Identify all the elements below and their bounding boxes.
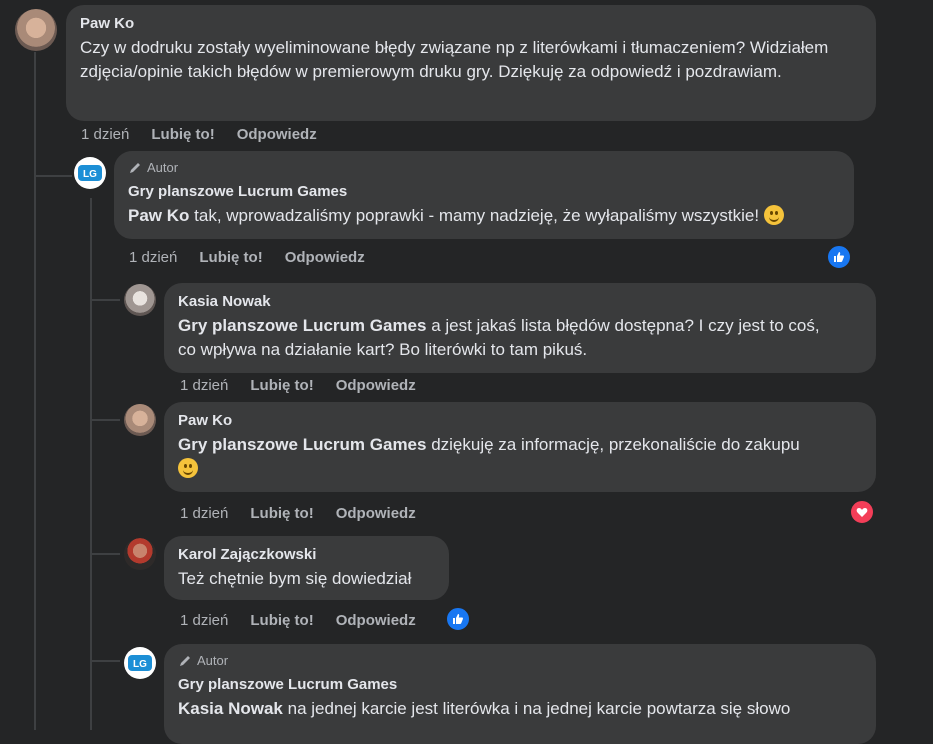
lucrum-games-logo-icon: LG [78,165,102,181]
author-badge: Autor [178,653,862,668]
avatar[interactable]: LG [124,647,156,679]
wink-emoji-icon [178,458,198,478]
lucrum-games-logo-icon: LG [128,655,152,671]
thread-connector [34,175,72,177]
comment-bubble: Kasia Nowak Gry planszowe Lucrum Games a… [164,283,876,373]
comment-actions: 1 dzień Lubię to! Odpowiedz [129,249,387,266]
smile-emoji-icon [763,205,784,225]
comment-time[interactable]: 1 dzień [180,505,228,522]
like-button[interactable]: Lubię to! [151,126,214,143]
like-button[interactable]: Lubię to! [250,505,313,522]
reply-button[interactable]: Odpowiedz [336,377,416,394]
comment-body: tak, wprowadzaliśmy poprawki - mamy nadz… [194,206,760,225]
avatar[interactable] [15,9,57,51]
comment-author[interactable]: Karol Zajączkowski [178,545,435,564]
avatar[interactable]: LG [74,157,106,189]
thread-connector [90,299,120,301]
comment-actions: 1 dzień Lubię to! Odpowiedz [180,377,438,394]
svg-text:LG: LG [133,659,147,670]
comment-author[interactable]: Paw Ko [178,411,862,430]
thread-connector [90,553,120,555]
mention-link[interactable]: Gry planszowe Lucrum Games [178,435,426,454]
like-reaction-icon[interactable] [445,606,471,632]
avatar[interactable] [124,284,156,316]
avatar[interactable] [124,404,156,436]
reply-button[interactable]: Odpowiedz [285,249,365,266]
reply-button[interactable]: Odpowiedz [336,612,416,629]
comment-bubble: Autor Gry planszowe Lucrum Games Kasia N… [164,644,876,744]
pencil-icon [130,162,140,173]
comment-bubble: Paw Ko Czy w dodruku zostały wyeliminowa… [66,5,876,121]
comment-actions: 1 dzień Lubię to! Odpowiedz [180,505,438,522]
mention-link[interactable]: Kasia Nowak [178,699,283,718]
like-button[interactable]: Lubię to! [250,612,313,629]
comment-text: Też chętnie bym się dowiedział [178,569,412,588]
comment-actions: 1 dzień Lubię to! Odpowiedz [180,612,438,629]
avatar[interactable] [124,538,156,570]
reply-button[interactable]: Odpowiedz [336,505,416,522]
comment-bubble: Karol Zajączkowski Też chętnie bym się d… [164,536,449,600]
love-reaction-icon[interactable] [849,499,875,525]
like-button[interactable]: Lubię to! [250,377,313,394]
like-button[interactable]: Lubię to! [199,249,262,266]
comment-body: na jednej karcie jest literówka i na jed… [287,699,791,718]
comment-text: Gry planszowe Lucrum Games a jest jakaś … [178,314,862,362]
mention-link[interactable]: Gry planszowe Lucrum Games [178,316,426,335]
svg-text:LG: LG [83,169,97,180]
comment-text: Czy w dodruku zostały wyeliminowane błęd… [80,38,829,81]
author-badge-label: Autor [147,160,179,175]
thread-line-sub [90,198,92,730]
comment-time[interactable]: 1 dzień [81,126,129,143]
thread-connector [90,419,120,421]
comment-text: Gry planszowe Lucrum Games dziękuję za i… [178,433,862,481]
pencil-icon [180,655,190,666]
comment-body: co wpływa na działanie kart? Bo literówk… [178,340,588,359]
comment-author[interactable]: Kasia Nowak [178,292,862,311]
comment-author[interactable]: Paw Ko [80,14,862,33]
comment-bubble: Autor Gry planszowe Lucrum Games Paw Ko … [114,151,854,239]
comment-bubble: Paw Ko Gry planszowe Lucrum Games dzięku… [164,402,876,492]
comment-author[interactable]: Gry planszowe Lucrum Games [128,182,840,201]
thread-line-main [34,52,36,730]
comment-text: Paw Ko tak, wprowadzaliśmy poprawki - ma… [128,204,840,228]
reply-button[interactable]: Odpowiedz [237,126,317,143]
mention-link[interactable]: Paw Ko [128,206,189,225]
comment-body: dziękuję za informację, przekonaliście d… [431,435,800,454]
thread-connector [90,660,120,662]
comment-time[interactable]: 1 dzień [129,249,177,266]
comment-body: a jest jakaś lista błędów dostępna? I cz… [431,316,820,335]
author-badge: Autor [128,160,840,175]
comment-time[interactable]: 1 dzień [180,612,228,629]
like-reaction-icon[interactable] [826,244,852,270]
comment-actions: 1 dzień Lubię to! Odpowiedz [81,126,339,143]
comment-time[interactable]: 1 dzień [180,377,228,394]
comment-author[interactable]: Gry planszowe Lucrum Games [178,675,862,694]
author-badge-label: Autor [197,653,229,668]
comment-text: Kasia Nowak na jednej karcie jest literó… [178,697,862,721]
